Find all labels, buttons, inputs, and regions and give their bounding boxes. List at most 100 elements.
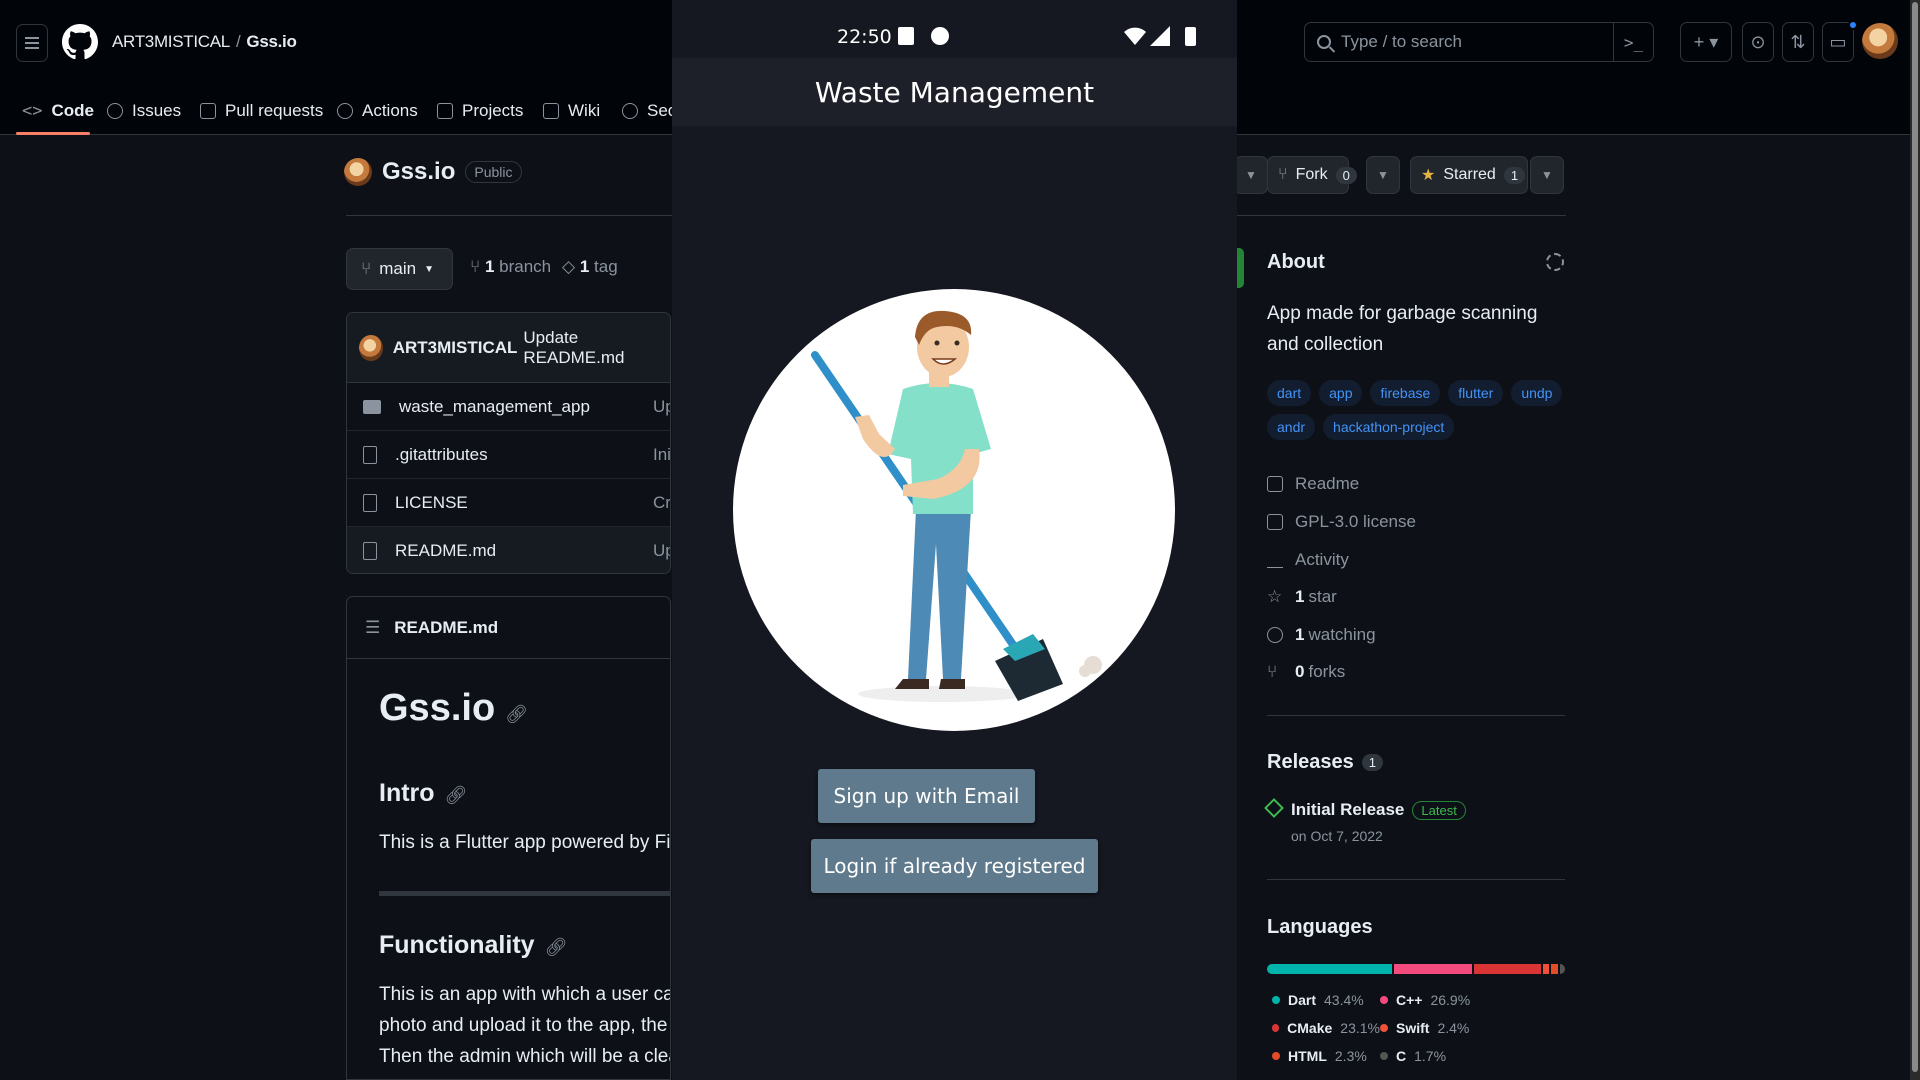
file-commit-message[interactable]: Cre	[653, 493, 670, 513]
file-commit-message[interactable]: Init	[653, 445, 670, 465]
wifi-icon	[1124, 27, 1146, 45]
stars-count: 1	[1295, 587, 1305, 606]
topic-tag[interactable]: dart	[1267, 380, 1312, 406]
file-name[interactable]: README.md	[395, 541, 496, 561]
language-item[interactable]: HTML 2.3%	[1272, 1048, 1380, 1064]
status-time: 22:50	[837, 26, 892, 48]
readme-link[interactable]: Readme	[1267, 474, 1359, 494]
forks-link[interactable]: ⑂ 0 forks	[1267, 662, 1345, 682]
link-icon[interactable]: 🔗︎	[505, 704, 528, 724]
stars-link[interactable]: ☆ 1 star	[1267, 587, 1337, 607]
starred-button[interactable]: ★ Starred 1	[1410, 156, 1528, 194]
star-dropdown[interactable]: ▼	[1530, 156, 1564, 194]
file-name[interactable]: waste_management_app	[399, 397, 590, 417]
topic-tag[interactable]: hackathon-project	[1323, 414, 1455, 440]
language-item[interactable]: CMake 23.1%	[1272, 1020, 1380, 1036]
readme-func-line: photo and upload it to the app, the app	[379, 1015, 670, 1036]
file-name[interactable]: LICENSE	[395, 493, 468, 513]
phone-screen: 22:50 Waste Management Sign up with Emai…	[672, 0, 1237, 1080]
tab-actions[interactable]: Actions	[337, 94, 418, 128]
page-scrollbar[interactable]	[1910, 0, 1920, 1080]
release-item[interactable]: Initial Release Latest	[1264, 798, 1466, 820]
search-input[interactable]: Type / to search >_	[1304, 22, 1654, 62]
language-dot	[1272, 1052, 1280, 1060]
releases-heading[interactable]: Releases 1	[1267, 751, 1383, 774]
user-avatar[interactable]	[1862, 23, 1898, 59]
tag-count: 1	[579, 257, 590, 276]
sign-up-email-button[interactable]: Sign up with Email	[818, 769, 1035, 823]
file-row[interactable]: waste_management_app Up	[347, 383, 670, 431]
link-icon[interactable]: 🔗︎	[445, 785, 468, 805]
tab-issues-label: Issues	[132, 101, 182, 120]
branches-link[interactable]: ⑂ 1 branch	[470, 257, 551, 277]
topic-tag[interactable]: andr	[1267, 414, 1316, 440]
divider	[1267, 715, 1565, 716]
pull-requests-icon[interactable]: ⇅	[1782, 22, 1814, 62]
branch-selector[interactable]: ⑂ main ▼	[346, 248, 453, 290]
tags-link[interactable]: ◇ 1 tag	[562, 257, 618, 277]
file-name[interactable]: .gitattributes	[395, 445, 488, 465]
create-new-button[interactable]: + ▾	[1680, 22, 1732, 62]
commit-author[interactable]: ART3MISTICAL	[393, 338, 518, 358]
language-pct: 43.4%	[1324, 992, 1364, 1008]
issues-tab-icon	[107, 103, 123, 119]
watch-dropdown[interactable]: ▼	[1234, 156, 1268, 194]
file-row[interactable]: .gitattributes Init	[347, 431, 670, 479]
breadcrumb-repo[interactable]: Gss.io	[246, 32, 296, 51]
language-item[interactable]: C 1.7%	[1380, 1048, 1488, 1064]
command-palette-icon[interactable]: >_	[1613, 23, 1653, 61]
login-button[interactable]: Login if already registered	[811, 839, 1098, 893]
fork-count: 0	[1335, 166, 1357, 184]
list-icon[interactable]: ☰	[365, 618, 380, 638]
activity-link[interactable]: Activity	[1267, 550, 1349, 570]
tab-security[interactable]: Sec	[622, 94, 676, 128]
tab-projects[interactable]: Projects	[437, 94, 523, 128]
file-row[interactable]: LICENSE Cre	[347, 479, 670, 527]
file-list: ART3MISTICAL Update README.md waste_mana…	[346, 312, 671, 574]
release-date: on Oct 7, 2022	[1291, 828, 1383, 844]
topic-tag[interactable]: firebase	[1370, 380, 1441, 406]
search-icon	[1317, 35, 1331, 49]
gear-icon[interactable]	[1546, 253, 1564, 271]
janitor-illustration	[733, 289, 1175, 731]
github-logo-icon[interactable]	[62, 22, 98, 62]
tab-projects-label: Projects	[462, 101, 524, 120]
file-commit-message[interactable]: Up	[653, 397, 670, 417]
commit-author-avatar[interactable]	[359, 334, 383, 361]
license-label: GPL-3.0 license	[1295, 512, 1416, 531]
scrollbar-thumb[interactable]	[1912, 2, 1918, 1072]
link-icon[interactable]: 🔗︎	[545, 937, 568, 957]
fork-button[interactable]: ⑂ Fork 0	[1267, 156, 1357, 194]
menu-button[interactable]	[16, 24, 48, 62]
tab-code[interactable]: <> Code	[22, 94, 94, 128]
file-commit-message[interactable]: Up	[653, 541, 670, 561]
language-name: C	[1396, 1048, 1407, 1064]
language-name: CMake	[1287, 1020, 1333, 1036]
divider	[1236, 215, 1566, 216]
license-link[interactable]: GPL-3.0 license	[1267, 512, 1416, 532]
about-heading: About	[1267, 251, 1325, 273]
issues-icon[interactable]: ⊙	[1742, 22, 1774, 62]
repo-name[interactable]: Gss.io	[382, 158, 455, 186]
fork-icon: ⑂	[1278, 166, 1288, 183]
divider	[346, 215, 672, 216]
tab-issues[interactable]: Issues	[107, 94, 181, 128]
releases-count: 1	[1361, 754, 1383, 771]
topic-tag[interactable]: flutter	[1448, 380, 1504, 406]
tab-pull-requests[interactable]: Pull requests	[200, 94, 323, 128]
topic-tag[interactable]: undp	[1511, 380, 1563, 406]
watching-link[interactable]: 1 watching	[1267, 625, 1376, 645]
tab-wiki[interactable]: Wiki	[543, 94, 600, 128]
readme-func-line: Then the admin which will be a cleaning	[379, 1046, 670, 1067]
topic-tag[interactable]: app	[1319, 380, 1363, 406]
language-item[interactable]: Dart 43.4%	[1272, 992, 1380, 1008]
language-item[interactable]: Swift 2.4%	[1380, 1020, 1488, 1036]
activity-label: Activity	[1295, 550, 1349, 569]
intro-heading-text: Intro	[379, 779, 435, 807]
repo-owner-avatar[interactable]	[344, 158, 372, 186]
fork-dropdown[interactable]: ▼	[1366, 156, 1400, 194]
commit-message[interactable]: Update README.md	[523, 328, 670, 368]
language-item[interactable]: C++ 26.9%	[1380, 992, 1488, 1008]
breadcrumb-owner[interactable]: ART3MISTICAL	[112, 32, 230, 51]
file-row[interactable]: README.md Up	[347, 527, 670, 573]
